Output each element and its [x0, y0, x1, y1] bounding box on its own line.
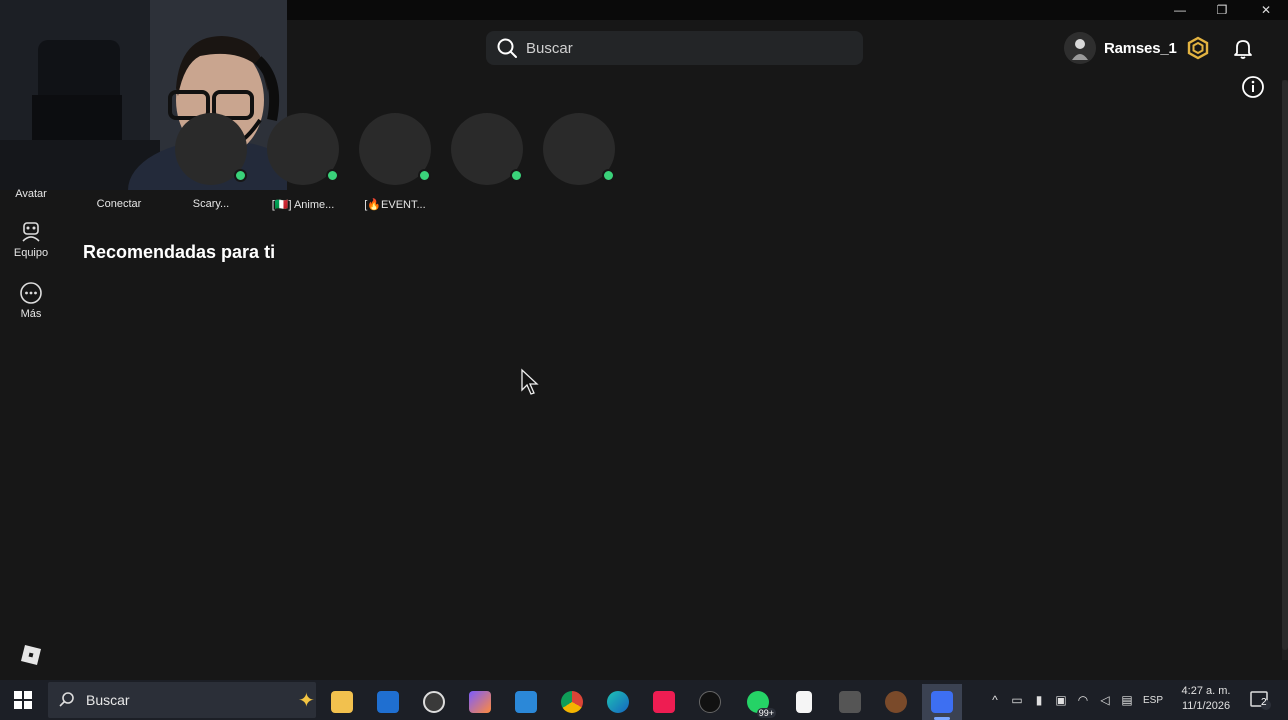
taskbar-search-label: Buscar [86, 692, 130, 708]
notepad-icon[interactable] [784, 684, 824, 720]
scrollbar-thumb[interactable] [1282, 80, 1288, 650]
system-tray: ^ ▭ ▮ ▣ ◠ ◁ ▤ ESP [984, 680, 1168, 720]
copilot-sparkle-icon: ✦ [298, 690, 315, 712]
connect-label: Conectar [96, 198, 142, 210]
team-icon [22, 222, 40, 242]
search-icon [497, 38, 517, 58]
chrome-icon[interactable] [552, 684, 592, 720]
copilot-icon[interactable] [460, 684, 500, 720]
tray-app-icon[interactable]: ▭ [1006, 693, 1028, 707]
friend-tile[interactable]: Scary... [174, 113, 248, 210]
scrollbar[interactable] [1282, 80, 1288, 660]
game-icon[interactable] [830, 684, 870, 720]
friend-name: Scary... [192, 198, 230, 210]
avatar [1064, 32, 1096, 64]
connect-friends-button[interactable]: Conectar [82, 113, 156, 210]
sidebar-item-label: Equipo [13, 247, 49, 259]
file-explorer-icon[interactable] [322, 684, 362, 720]
friend-avatar [175, 113, 247, 185]
friend-name: [🇮🇹] Anime... [271, 199, 335, 211]
roblox-app-window: — ❐ ✕ Buscar Ramses_1 Avatar Equipo Más … [0, 0, 1288, 680]
app-icon[interactable] [690, 684, 730, 720]
username: Ramses_1 [1104, 39, 1177, 57]
notification-count: 2 [1261, 697, 1267, 708]
search-bar[interactable] [486, 31, 863, 65]
display-icon[interactable]: ▣ [1050, 693, 1072, 707]
taskbar-clock[interactable]: 4:27 a. m. 11/1/2026 [1178, 684, 1234, 714]
search-icon [59, 692, 74, 707]
friend-tile[interactable]: [🇮🇹] Anime... [266, 113, 340, 211]
friend-avatar [267, 113, 339, 185]
language-indicator[interactable]: ESP [1138, 695, 1168, 706]
chevron-up-icon[interactable]: ^ [984, 693, 1006, 707]
outlook-icon[interactable] [368, 684, 408, 720]
online-status-dot [326, 169, 339, 182]
taskbar-search[interactable]: Buscar ✦ [48, 682, 316, 718]
info-icon[interactable] [1241, 75, 1265, 99]
roblox-taskbar-icon[interactable] [922, 684, 962, 720]
friend-avatar [451, 113, 523, 185]
close-button[interactable]: ✕ [1244, 0, 1288, 20]
wifi-icon[interactable]: ◠ [1072, 693, 1094, 707]
online-status-dot [602, 169, 615, 182]
start-button[interactable] [0, 680, 46, 720]
online-status-dot [510, 169, 523, 182]
game-2-icon[interactable] [876, 684, 916, 720]
sidebar-item-avatar[interactable]: Avatar [0, 188, 62, 200]
online-status-dot [234, 169, 247, 182]
microphone-icon[interactable]: ▮ [1028, 693, 1050, 707]
friend-tile[interactable] [542, 113, 616, 198]
whatsapp-icon[interactable]: 99+ [738, 684, 778, 720]
friend-avatar [543, 113, 615, 185]
maximize-button[interactable]: ❐ [1200, 0, 1244, 20]
notification-center-icon [1250, 691, 1271, 710]
clock-time: 4:27 a. m. [1181, 685, 1231, 697]
sidebar-item-more[interactable]: Más [0, 281, 62, 320]
robux-icon[interactable] [1186, 36, 1210, 60]
taskbar: Buscar ✦ 99+ ^ ▭ ▮ ▣ ◠ ◁ ▤ ESP 4:27 a. m… [0, 680, 1288, 720]
whatsapp-badge: 99+ [756, 708, 776, 718]
search-input[interactable] [526, 39, 826, 57]
online-status-dot [418, 169, 431, 182]
roblox-logo-icon[interactable] [19, 643, 43, 667]
obs-icon[interactable] [414, 684, 454, 720]
sidebar-item-team[interactable]: Equipo [0, 220, 62, 259]
sidebar-item-label: Avatar [15, 188, 47, 200]
windows-logo-icon [14, 691, 32, 709]
section-title: Recomendadas para ti [83, 242, 276, 262]
keyboard-icon[interactable]: ▤ [1116, 693, 1138, 707]
tiktok-icon[interactable] [644, 684, 684, 720]
friend-tile[interactable] [450, 113, 524, 198]
friend-avatar [359, 113, 431, 185]
mouse-cursor-icon [521, 368, 539, 395]
user-profile[interactable]: Ramses_1 [1064, 30, 1177, 66]
volume-icon[interactable]: ◁ [1094, 693, 1116, 707]
minimize-button[interactable]: — [1158, 0, 1202, 20]
sidebar-item-label: Más [20, 308, 42, 320]
clock-date: 11/1/2026 [1181, 700, 1231, 712]
notification-center-button[interactable]: 2 [1248, 688, 1272, 712]
store-icon[interactable] [506, 684, 546, 720]
notifications-bell-icon[interactable] [1231, 36, 1255, 60]
more-icon [20, 282, 42, 304]
friend-name: [🔥EVENT... [364, 199, 426, 211]
edge-icon[interactable] [598, 684, 638, 720]
friend-tile[interactable]: [🔥EVENT... [358, 113, 432, 211]
